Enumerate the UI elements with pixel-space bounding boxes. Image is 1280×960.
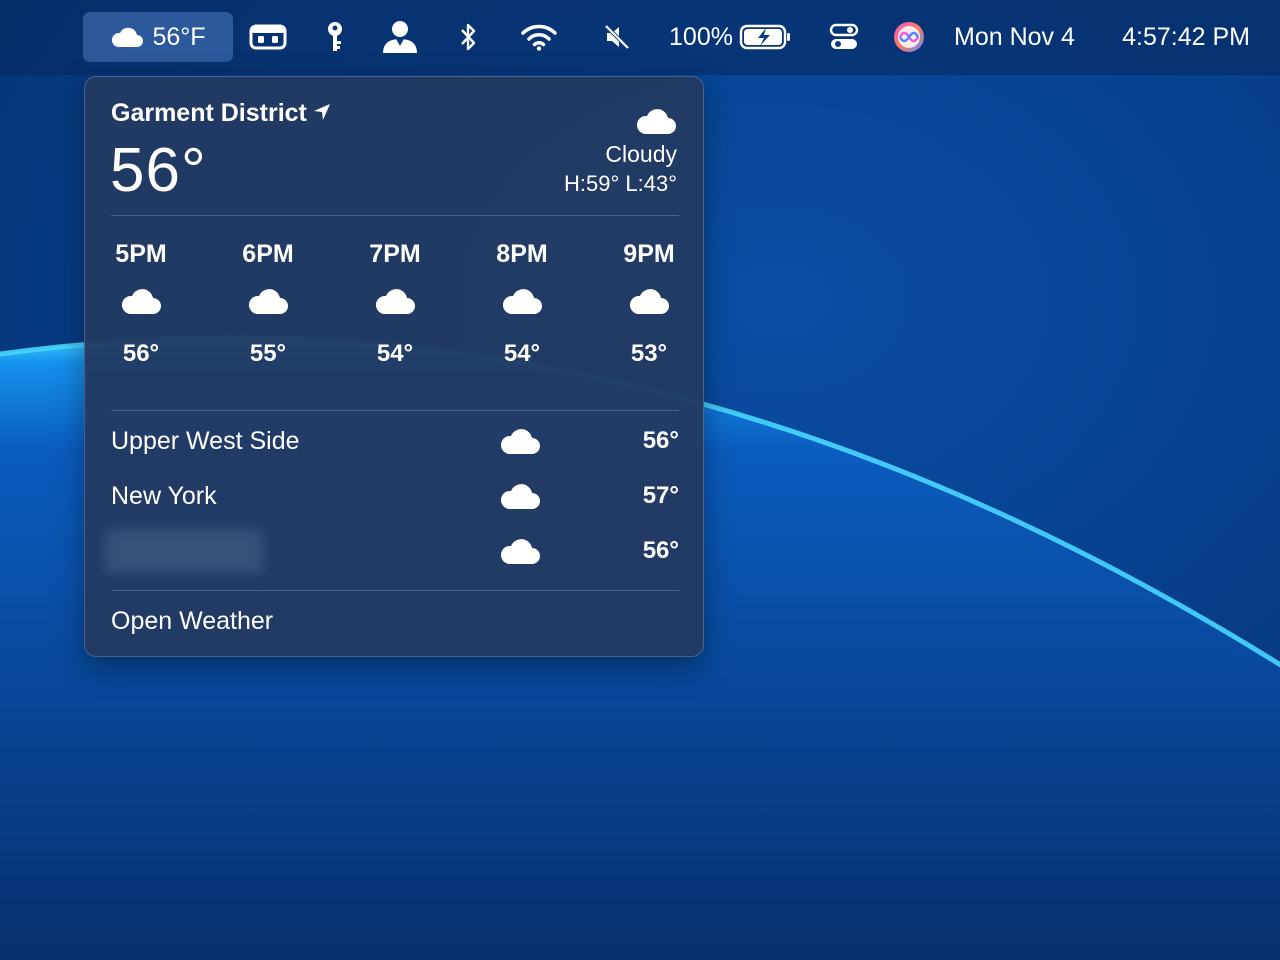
cloud-icon: [499, 427, 541, 460]
saved-locations-list: Upper West Side 56° New York 57° 56°: [105, 415, 679, 580]
cloud-icon: [101, 271, 181, 331]
divider: [111, 410, 679, 411]
battery-icon[interactable]: [738, 12, 792, 62]
cloud-icon: [482, 271, 562, 331]
control-center-icon[interactable]: [826, 12, 862, 62]
toolbox-icon[interactable]: [247, 12, 289, 62]
hour-time: 9PM: [623, 240, 675, 268]
cloud-icon: [499, 537, 541, 570]
weather-popover: Garment District 56° Cloudy H:59° L:43° …: [84, 76, 704, 657]
current-location[interactable]: Garment District: [111, 99, 331, 128]
location-temp: 57°: [642, 482, 679, 509]
hourly-item: 9PM 53°: [609, 237, 689, 371]
menubar-weather-button[interactable]: 56°F: [83, 12, 233, 62]
divider: [111, 215, 679, 216]
menubar-clock[interactable]: 4:57:42 PM: [1100, 12, 1250, 62]
location-name: Upper West Side: [111, 427, 300, 455]
redacted-location-name: [105, 529, 263, 573]
high-low: H:59° L:43°: [564, 171, 677, 196]
location-item[interactable]: Upper West Side 56°: [111, 415, 679, 470]
hourly-item: 7PM 54°: [355, 237, 435, 371]
divider: [111, 590, 679, 591]
bluetooth-icon[interactable]: [455, 12, 481, 62]
menubar-weather-temp: 56°F: [152, 22, 206, 51]
current-condition: Cloudy: [605, 141, 677, 167]
key-icon[interactable]: [320, 12, 350, 62]
hour-time: 8PM: [496, 240, 548, 268]
cloud-icon: [110, 26, 144, 48]
hourly-item: 5PM 56°: [101, 237, 181, 371]
menu-bar: 56°F 100% Mon Nov 4 4:57:42 PM: [0, 0, 1280, 75]
battery-percent: 100%: [669, 22, 733, 51]
location-item[interactable]: New York 57°: [111, 470, 679, 525]
hour-time: 6PM: [242, 240, 294, 268]
current-location-name: Garment District: [111, 99, 307, 127]
current-temperature: 56°: [110, 136, 207, 205]
cloud-icon: [499, 482, 541, 515]
hourly-item: 8PM 54°: [482, 237, 562, 371]
hour-temp: 53°: [630, 340, 668, 367]
cloud-icon: [355, 271, 435, 331]
cloud-icon: [609, 271, 689, 331]
hour-temp: 56°: [122, 340, 160, 367]
location-temp: 56°: [642, 537, 679, 564]
hour-temp: 55°: [249, 340, 287, 367]
cloud-icon: [635, 107, 677, 140]
mute-icon[interactable]: [600, 12, 634, 62]
user-icon[interactable]: [378, 12, 422, 62]
location-item[interactable]: 56°: [105, 525, 679, 580]
location-name: New York: [111, 482, 217, 510]
wifi-icon[interactable]: [518, 12, 560, 62]
hourly-forecast: 5PM 56° 6PM 55° 7PM 54° 8PM 54° 9PM 53°: [111, 237, 679, 397]
hour-time: 7PM: [369, 240, 421, 268]
menubar-date[interactable]: Mon Nov 4: [954, 12, 1092, 62]
cloud-icon: [228, 271, 308, 331]
open-weather-button[interactable]: Open Weather: [111, 607, 273, 636]
location-temp: 56°: [642, 427, 679, 454]
hourly-item: 6PM 55°: [228, 237, 308, 371]
hour-temp: 54°: [503, 340, 541, 367]
hour-temp: 54°: [376, 340, 414, 367]
siri-icon[interactable]: [890, 12, 928, 62]
location-arrow-icon: [313, 99, 331, 128]
hour-time: 5PM: [115, 240, 167, 268]
